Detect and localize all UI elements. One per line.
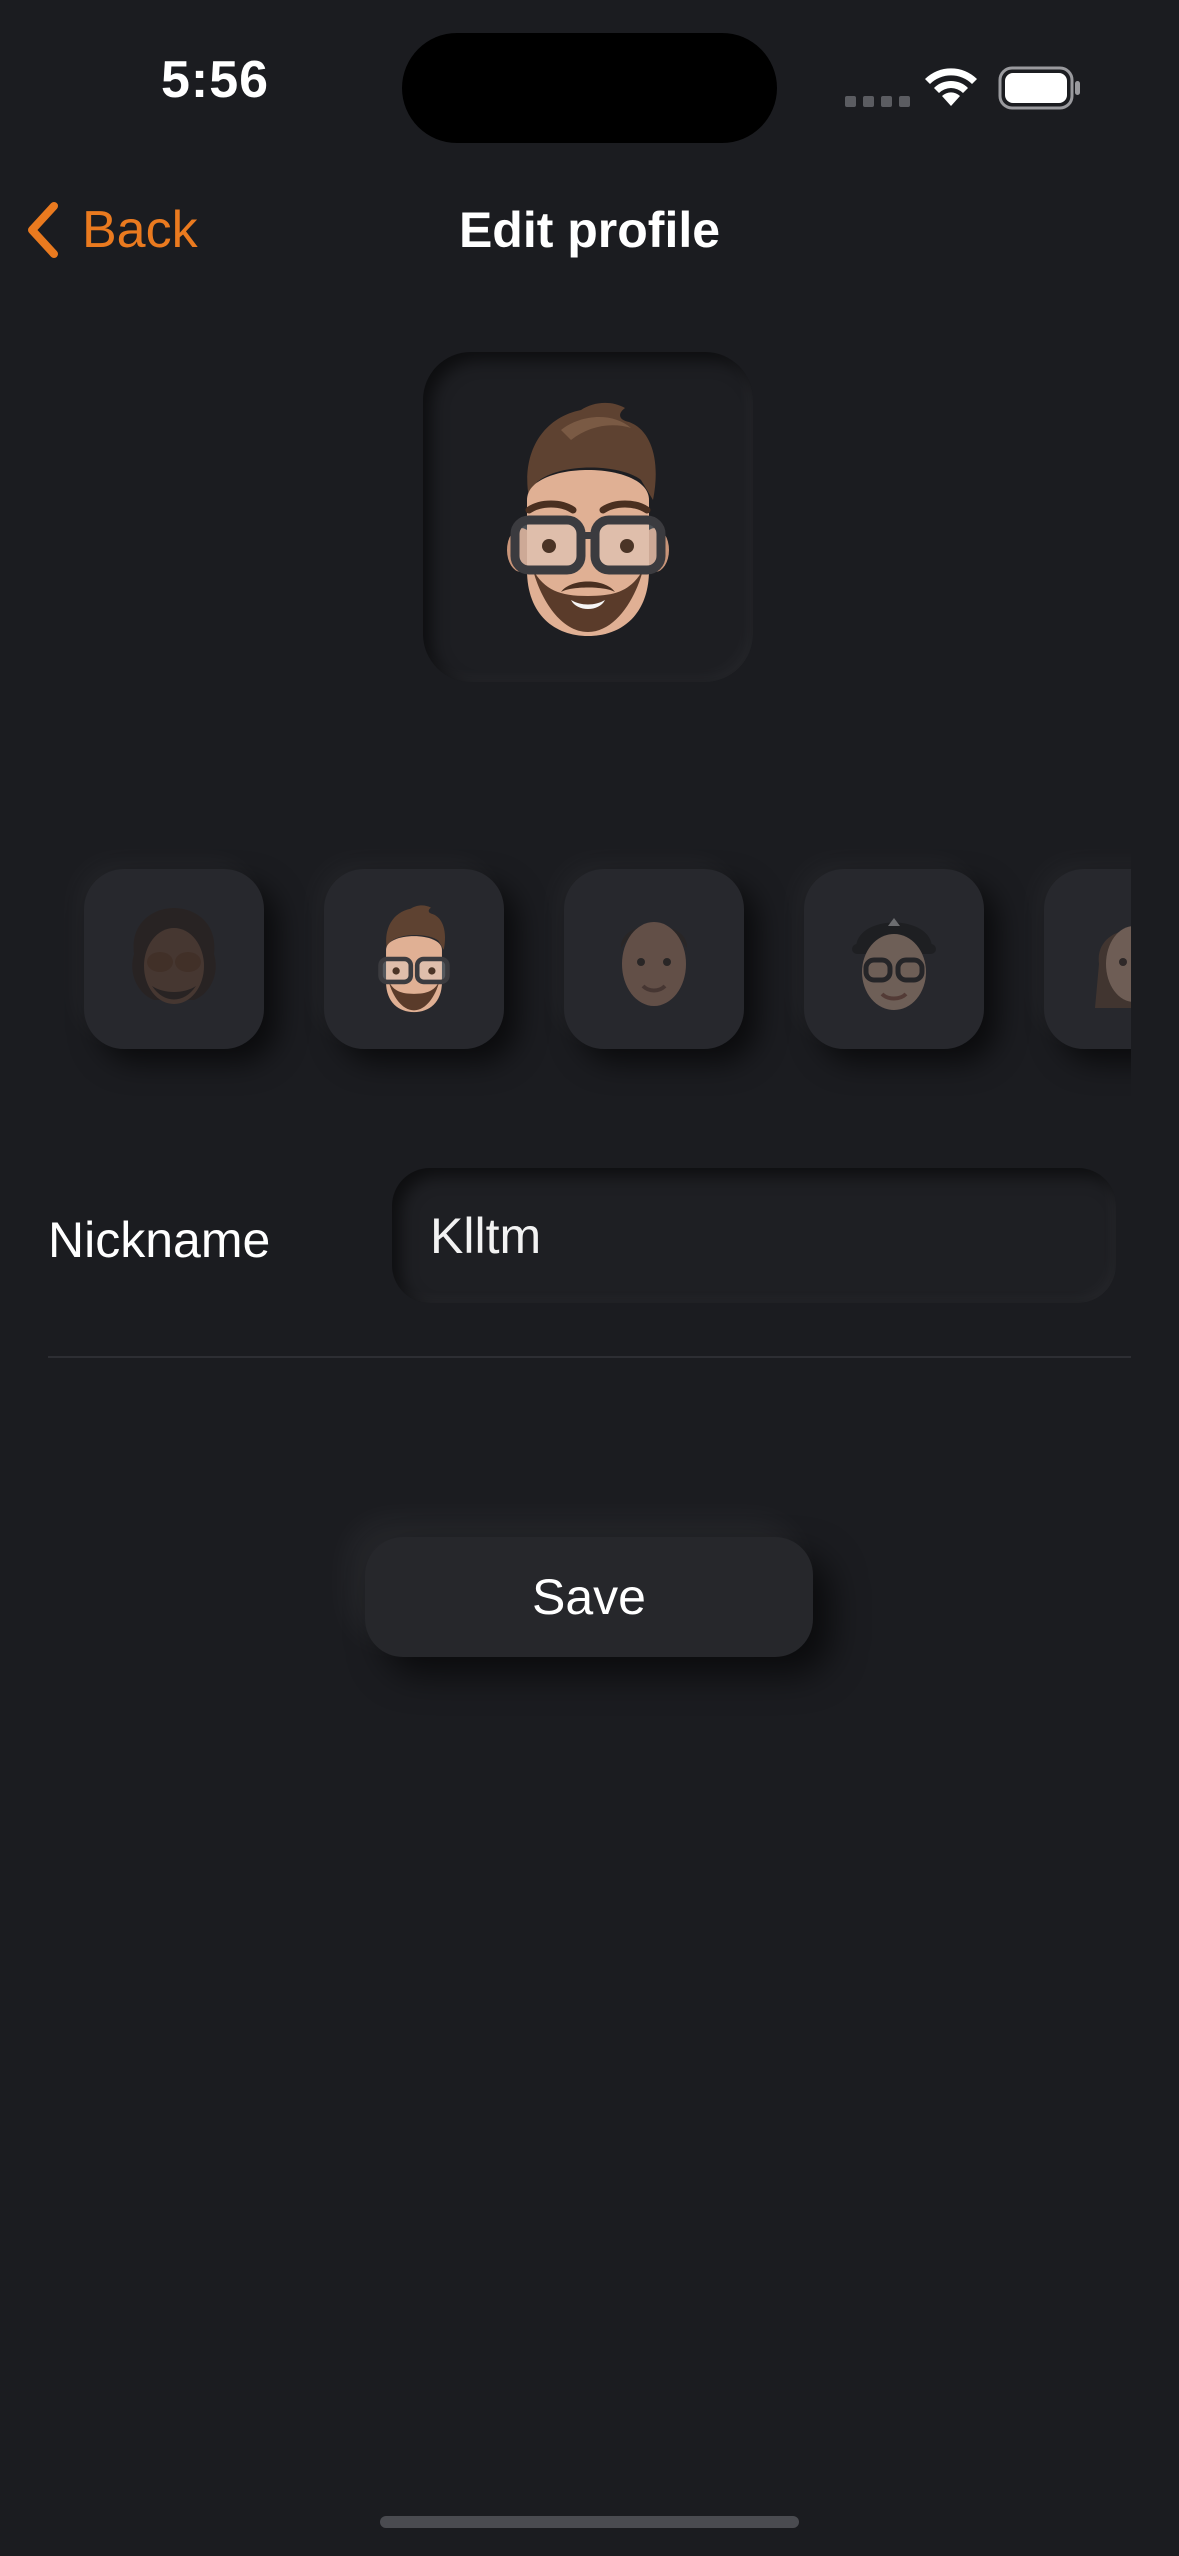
save-button[interactable]: Save bbox=[365, 1537, 813, 1657]
avatar-option[interactable] bbox=[1044, 869, 1131, 1049]
navigation-bar: Edit profile Back bbox=[0, 180, 1179, 280]
nickname-value: Klltm bbox=[430, 1208, 542, 1264]
memoji-cap-glasses-icon bbox=[852, 918, 936, 1010]
back-label: Back bbox=[82, 201, 198, 259]
status-time: 5:56 bbox=[160, 51, 270, 109]
memoji-long-hair-icon bbox=[1095, 926, 1131, 1008]
memoji-glasses-beard-icon bbox=[378, 905, 450, 1013]
status-bar: 5:56 bbox=[0, 0, 1179, 170]
back-button[interactable]: Back bbox=[24, 194, 198, 266]
home-indicator[interactable] bbox=[380, 2516, 799, 2528]
divider bbox=[48, 1356, 1131, 1358]
avatar-option[interactable] bbox=[804, 869, 984, 1049]
signal-icon bbox=[845, 96, 910, 107]
nickname-input[interactable]: Klltm bbox=[392, 1168, 1116, 1303]
chevron-left-icon bbox=[28, 202, 58, 258]
memoji-short-hair-icon bbox=[620, 922, 688, 1006]
memoji-sunglasses-curly-icon bbox=[132, 908, 216, 1004]
memoji-glasses-beard-icon bbox=[507, 402, 669, 636]
avatar-picker[interactable] bbox=[48, 823, 1131, 1096]
wifi-icon bbox=[925, 68, 977, 106]
battery-icon bbox=[998, 66, 1080, 110]
avatar-option[interactable] bbox=[564, 869, 744, 1049]
avatar-option[interactable] bbox=[84, 869, 264, 1049]
dynamic-island bbox=[402, 33, 777, 143]
avatar-option-selected[interactable] bbox=[324, 869, 504, 1049]
selected-avatar-frame bbox=[423, 352, 753, 682]
nickname-label: Nickname bbox=[48, 1212, 271, 1268]
